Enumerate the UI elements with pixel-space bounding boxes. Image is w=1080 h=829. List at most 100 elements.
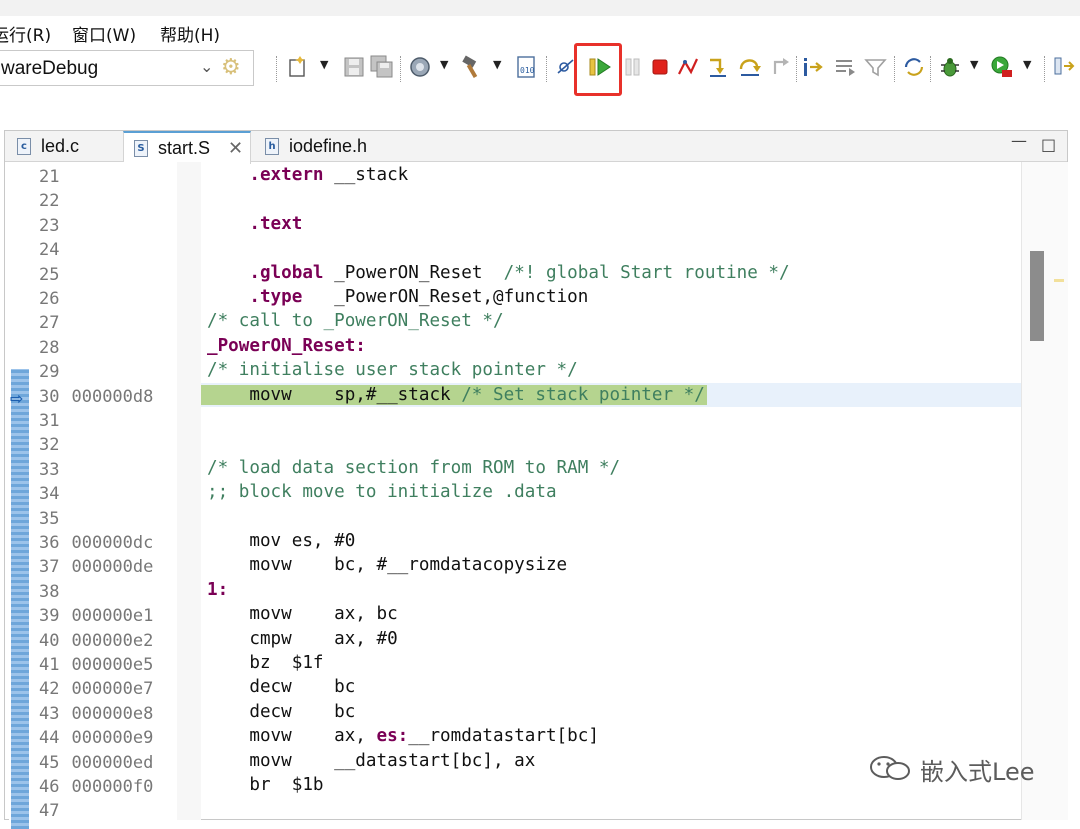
save-all-icon[interactable] — [368, 54, 396, 82]
debug-bug-icon[interactable] — [936, 54, 964, 82]
code-line[interactable]: /* call to _PowerON_Reset */ — [201, 309, 1021, 333]
breakpoint-ruler[interactable]: ⇨ — [9, 162, 29, 829]
code-token: .type — [249, 287, 303, 307]
address-value: 000000e7 — [71, 679, 154, 700]
menu-run[interactable]: 运行(R) — [0, 21, 51, 46]
code-line[interactable]: ;; block move to initialize .data — [201, 480, 1021, 504]
reset-sync-icon[interactable] — [900, 54, 928, 82]
line-number-value: 36 — [39, 533, 60, 553]
terminate-icon[interactable] — [646, 54, 674, 82]
code-line[interactable]: bz $1f — [201, 651, 1021, 675]
code-line[interactable]: decw bc — [201, 700, 1021, 724]
code-line[interactable] — [201, 236, 1021, 260]
code-editor[interactable]: .extern __stack .text .global _PowerON_R… — [201, 162, 1021, 820]
code-token: es: — [376, 726, 409, 747]
line-number: 21 — [39, 167, 59, 191]
line-number-value: 46 — [39, 777, 60, 797]
address-value: 000000e2 — [71, 630, 154, 651]
chevron-down-icon[interactable]: ▼ — [440, 58, 448, 71]
close-icon[interactable]: ✕ — [228, 138, 243, 159]
hammer-build-icon[interactable] — [458, 54, 486, 82]
code-line[interactable] — [201, 187, 1021, 211]
chevron-down-icon[interactable]: ⌄ — [200, 57, 213, 76]
line-number: 27 — [39, 313, 59, 337]
toolbar-separator — [276, 56, 278, 82]
editor-panel: c led.c S start.S ✕ h iodefine.h — □ ⇨ 2… — [4, 130, 1068, 829]
code-line[interactable] — [201, 797, 1021, 820]
tab-label: start.S — [158, 138, 211, 158]
code-token: /* load data section from ROM to RAM */ — [207, 457, 621, 478]
line-number-value: 30 — [39, 386, 60, 407]
s-file-icon: S — [134, 140, 148, 157]
new-file-icon[interactable] — [284, 54, 312, 82]
save-icon[interactable] — [340, 54, 368, 82]
code-line[interactable] — [201, 505, 1021, 529]
step-filter-icon[interactable] — [862, 54, 890, 82]
instruction-pointer-icon: ⇨ — [10, 388, 24, 408]
code-line[interactable]: /* load data section from ROM to RAM */ — [201, 456, 1021, 480]
code-token: _PowerON_Reset: — [207, 335, 366, 356]
code-line[interactable]: .global _PowerON_Reset /*! global Start … — [201, 261, 1021, 285]
code-line[interactable]: /* initialise user stack pointer */ — [201, 358, 1021, 382]
line-number: 40 000000e2 — [39, 631, 153, 655]
disconnect-icon[interactable] — [674, 54, 702, 82]
maximize-icon[interactable]: □ — [1041, 135, 1056, 154]
gear-icon[interactable]: ⚙ — [221, 55, 241, 80]
toolbar-separator — [930, 56, 932, 82]
chevron-down-icon[interactable]: ▼ — [493, 58, 501, 71]
line-number: 25 — [39, 265, 59, 289]
code-line[interactable]: movw sp,#__stack /* Set stack pointer */ — [201, 382, 1021, 407]
code-line[interactable] — [201, 407, 1021, 431]
line-number-value: 33 — [39, 459, 60, 480]
line-number-value: 24 — [39, 240, 60, 261]
code-line[interactable]: 1: — [201, 578, 1021, 602]
chevron-down-icon[interactable]: ▼ — [320, 58, 328, 71]
vertical-scrollbar-thumb[interactable] — [1030, 251, 1044, 341]
line-number-value: 28 — [39, 337, 60, 358]
address-value: 000000e9 — [71, 728, 154, 749]
chevron-down-icon[interactable]: ▼ — [1023, 58, 1031, 71]
suspend-icon[interactable] — [618, 54, 646, 82]
code-token: __romdatastart[bc] — [408, 726, 599, 747]
tab-start-s[interactable]: S start.S ✕ — [123, 131, 251, 164]
minimize-icon[interactable]: — — [1011, 131, 1027, 150]
menu-help[interactable]: 帮助(H) — [160, 21, 220, 46]
code-token: movw sp,#__stack — [207, 384, 462, 405]
step-over-icon[interactable] — [736, 54, 764, 82]
resume-button-highlight — [574, 43, 622, 96]
code-line[interactable]: _PowerON_Reset: — [201, 334, 1021, 358]
tab-led-c[interactable]: c led.c — [7, 132, 117, 161]
code-token: mov es, #0 — [207, 531, 356, 551]
tab-iodefine-h[interactable]: h iodefine.h — [255, 132, 395, 161]
chevron-down-icon[interactable]: ▼ — [970, 58, 978, 71]
code-line[interactable]: cmpw ax, #0 — [201, 627, 1021, 651]
code-line[interactable]: movw ax, es:__romdatastart[bc] — [201, 724, 1021, 748]
line-number: 38 — [39, 582, 59, 606]
run-launch-icon[interactable] — [988, 54, 1016, 82]
menu-window[interactable]: 窗口(W) — [72, 21, 136, 46]
code-line[interactable]: movw ax, bc — [201, 602, 1021, 626]
binary-file-icon[interactable]: 010 — [512, 54, 540, 82]
instruction-step-icon[interactable] — [800, 54, 828, 82]
line-number: 29 — [39, 362, 59, 386]
code-line[interactable]: .type _PowerON_Reset,@function — [201, 285, 1021, 309]
step-into-icon[interactable] — [704, 54, 732, 82]
external-tools-icon[interactable] — [1050, 54, 1078, 82]
code-line[interactable]: movw bc, #__romdatacopysize — [201, 553, 1021, 577]
address-value: 000000dc — [71, 533, 154, 553]
step-return-icon[interactable] — [766, 54, 794, 82]
launch-config-combo[interactable]: wareDebug ⌄ ⚙ — [0, 50, 254, 86]
line-number-value: 40 — [39, 630, 60, 651]
editor-tab-bar: c led.c S start.S ✕ h iodefine.h — □ — [5, 131, 1067, 164]
tab-label: iodefine.h — [289, 136, 368, 156]
use-step-filters-icon[interactable] — [832, 54, 860, 82]
code-line[interactable]: decw bc — [201, 675, 1021, 699]
code-line[interactable]: .text — [201, 212, 1021, 236]
build-target-icon[interactable] — [406, 54, 434, 82]
code-line[interactable]: .extern __stack — [201, 163, 1021, 187]
code-line[interactable]: mov es, #0 — [201, 529, 1021, 553]
line-number-value: 25 — [39, 264, 60, 285]
code-token: /* initialise user stack pointer */ — [207, 360, 578, 381]
code-line[interactable] — [201, 431, 1021, 455]
